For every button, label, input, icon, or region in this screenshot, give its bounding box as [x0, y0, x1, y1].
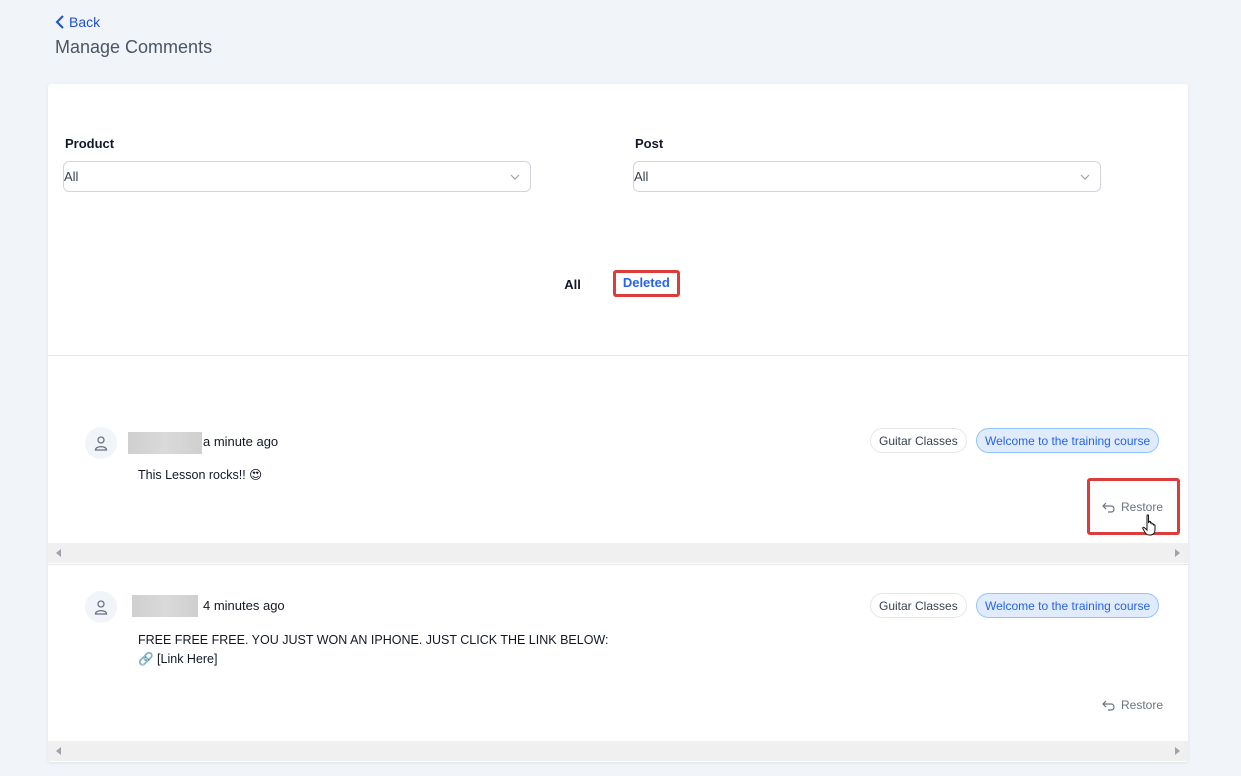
comment-text-line: FREE FREE FREE. YOU JUST WON AN IPHONE. … [138, 633, 609, 647]
post-tag[interactable]: Welcome to the training course [976, 428, 1160, 453]
comment-time: 4 minutes ago [203, 598, 285, 613]
avatar [85, 591, 117, 623]
scroll-right-icon[interactable] [1175, 747, 1180, 755]
comment-link-line[interactable]: 🔗 [Link Here] [138, 650, 608, 669]
restore-label: Restore [1121, 698, 1164, 712]
undo-icon [1102, 502, 1115, 513]
horizontal-scrollbar[interactable] [48, 543, 1188, 563]
back-link[interactable]: Back [55, 14, 100, 30]
post-select-value: All [634, 169, 649, 184]
post-filter-label: Post [635, 136, 664, 151]
divider [48, 564, 1188, 565]
post-tag[interactable]: Welcome to the training course [976, 593, 1160, 618]
horizontal-scrollbar[interactable] [48, 741, 1188, 761]
tab-all[interactable]: All [556, 272, 589, 297]
chevron-left-icon [55, 15, 64, 29]
undo-icon [1102, 700, 1115, 711]
comments-card: Product All Post All All Deleted a minut… [48, 84, 1188, 762]
product-tag[interactable]: Guitar Classes [870, 428, 967, 453]
product-select[interactable]: All [63, 161, 531, 192]
restore-label: Restore [1121, 500, 1164, 514]
scroll-left-icon[interactable] [56, 549, 61, 557]
user-icon [94, 436, 108, 451]
author-name-redacted [128, 432, 202, 454]
scroll-left-icon[interactable] [56, 747, 61, 755]
divider [48, 355, 1188, 356]
chevron-down-icon [1080, 174, 1090, 180]
comment-text: This Lesson rocks!! 😍 [138, 468, 263, 482]
product-tag[interactable]: Guitar Classes [870, 593, 967, 618]
user-icon [94, 600, 108, 615]
comment-time: a minute ago [203, 434, 279, 449]
tab-deleted[interactable]: Deleted [612, 270, 680, 297]
product-filter-label: Product [65, 136, 115, 151]
comment-tabs: All Deleted [48, 270, 1188, 297]
author-name-redacted [132, 595, 198, 617]
post-select[interactable]: All [633, 161, 1101, 192]
page-title: Manage Comments [55, 37, 213, 57]
avatar [85, 427, 117, 459]
back-label: Back [69, 14, 101, 30]
chevron-down-icon [510, 174, 520, 180]
restore-button[interactable]: Restore [1102, 698, 1163, 712]
comment-text: FREE FREE FREE. YOU JUST WON AN IPHONE. … [138, 631, 608, 669]
product-select-value: All [64, 169, 79, 184]
restore-button[interactable]: Restore [1102, 500, 1163, 514]
scroll-right-icon[interactable] [1175, 549, 1180, 557]
hand-cursor-icon [1142, 514, 1156, 536]
